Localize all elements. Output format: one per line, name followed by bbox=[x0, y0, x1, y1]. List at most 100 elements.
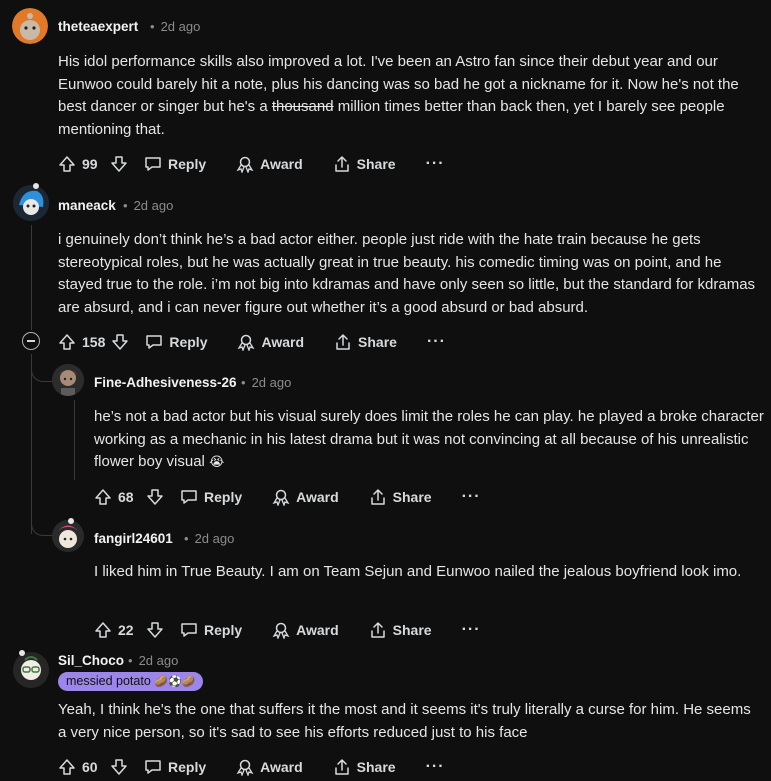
reply-button[interactable]: Reply bbox=[144, 758, 206, 776]
time-text: 2d ago bbox=[251, 375, 292, 390]
share-icon bbox=[369, 488, 387, 506]
upvote-icon[interactable] bbox=[58, 333, 76, 351]
downvote-icon[interactable] bbox=[110, 155, 128, 173]
upvote-icon[interactable] bbox=[94, 488, 112, 506]
reply-button[interactable]: Reply bbox=[180, 488, 242, 506]
username[interactable]: maneack bbox=[58, 198, 116, 213]
vote-count: 68 bbox=[118, 489, 134, 505]
award-icon bbox=[237, 333, 255, 351]
downvote-icon[interactable] bbox=[146, 488, 164, 506]
award-button[interactable]: Award bbox=[237, 333, 304, 351]
comment-body: Yeah, I think he's the one that suffers … bbox=[58, 701, 751, 741]
collapse-thread-button[interactable] bbox=[22, 332, 40, 350]
avatar[interactable] bbox=[52, 520, 84, 552]
reddit-avatar-icon bbox=[52, 364, 84, 396]
share-button[interactable]: Share bbox=[369, 488, 432, 506]
timestamp: • 2d ago bbox=[150, 19, 200, 34]
separator-dot: • bbox=[184, 531, 189, 546]
more-options-button[interactable]: ··· bbox=[462, 621, 481, 639]
comment-actions: 22 Reply Award Share ··· bbox=[94, 617, 481, 643]
avatar[interactable] bbox=[13, 652, 49, 688]
vote-count: 158 bbox=[82, 334, 106, 350]
avatar[interactable] bbox=[52, 364, 84, 396]
comment-body: he’s not a bad actor but his visual sure… bbox=[94, 406, 764, 474]
share-label: Share bbox=[392, 622, 432, 638]
username[interactable]: Fine-Adhesiveness-26 bbox=[94, 375, 237, 390]
award-icon bbox=[272, 488, 290, 506]
share-button[interactable]: Share bbox=[333, 155, 396, 173]
downvote-icon[interactable] bbox=[110, 758, 128, 776]
upvote-icon[interactable] bbox=[58, 758, 76, 776]
reply-button[interactable]: Reply bbox=[144, 155, 206, 173]
vote-count: 99 bbox=[82, 156, 98, 172]
share-icon bbox=[333, 155, 351, 173]
reply-label: Reply bbox=[168, 759, 207, 775]
comment-body: His idol performance skills also improve… bbox=[58, 51, 758, 142]
award-button[interactable]: Award bbox=[236, 758, 303, 776]
username[interactable]: theteaexpert bbox=[58, 19, 138, 34]
separator-dot: • bbox=[241, 375, 246, 390]
downvote-icon[interactable] bbox=[146, 621, 164, 639]
share-label: Share bbox=[356, 759, 396, 775]
share-button[interactable]: Share bbox=[369, 621, 432, 639]
upvote-icon[interactable] bbox=[94, 621, 112, 639]
more-options-button[interactable]: ··· bbox=[426, 155, 445, 173]
timestamp: • 2d ago bbox=[123, 198, 173, 213]
award-icon bbox=[236, 758, 254, 776]
thread-line bbox=[74, 400, 75, 480]
more-options-button[interactable]: ··· bbox=[426, 758, 445, 776]
comment-text: he’s not a bad actor but his visual sure… bbox=[94, 408, 764, 471]
share-icon bbox=[334, 333, 352, 351]
username[interactable]: fangirl24601 bbox=[94, 531, 173, 546]
timestamp: • 2d ago bbox=[128, 653, 178, 668]
crying-emoji-icon: 😭 bbox=[209, 454, 225, 470]
time-text: 2d ago bbox=[194, 531, 235, 546]
flair-text: messied potato bbox=[66, 674, 151, 688]
award-button[interactable]: Award bbox=[236, 155, 303, 173]
upvote-icon[interactable] bbox=[58, 155, 76, 173]
flair-emoji-icons: 🥔⚽🥔 bbox=[154, 676, 196, 688]
online-indicator bbox=[68, 518, 74, 524]
downvote-icon[interactable] bbox=[111, 333, 129, 351]
separator-dot: • bbox=[123, 198, 128, 213]
time-text: 2d ago bbox=[133, 198, 174, 213]
reply-label: Reply bbox=[168, 156, 207, 172]
timestamp: • 2d ago bbox=[184, 531, 234, 546]
more-options-button[interactable]: ··· bbox=[462, 488, 481, 506]
award-label: Award bbox=[296, 622, 339, 638]
thread-line bbox=[31, 354, 32, 534]
vote-control: 22 bbox=[94, 621, 164, 639]
username[interactable]: Sil_Choco bbox=[58, 653, 124, 668]
vote-control: 60 bbox=[58, 758, 128, 776]
reply-label: Reply bbox=[204, 622, 243, 638]
vote-count: 60 bbox=[82, 759, 98, 775]
more-icon: ··· bbox=[461, 488, 481, 505]
timestamp: • 2d ago bbox=[241, 375, 291, 390]
online-indicator bbox=[33, 183, 39, 189]
strikethrough-text: thousand bbox=[271, 98, 334, 116]
award-button[interactable]: Award bbox=[272, 621, 339, 639]
vote-control: 68 bbox=[94, 488, 164, 506]
reply-button[interactable]: Reply bbox=[145, 333, 207, 351]
award-icon bbox=[272, 621, 290, 639]
avatar[interactable] bbox=[12, 8, 48, 44]
share-label: Share bbox=[356, 156, 396, 172]
more-options-button[interactable]: ··· bbox=[427, 333, 446, 351]
share-button[interactable]: Share bbox=[334, 333, 397, 351]
reply-label: Reply bbox=[169, 334, 208, 350]
more-icon: ··· bbox=[425, 758, 445, 775]
minus-icon bbox=[27, 340, 35, 342]
comment-actions: 68 Reply Award Share ··· bbox=[94, 484, 481, 510]
separator-dot: • bbox=[150, 19, 155, 34]
avatar[interactable] bbox=[13, 185, 49, 221]
time-text: 2d ago bbox=[160, 19, 201, 34]
reply-icon bbox=[145, 333, 163, 351]
more-icon: ··· bbox=[425, 155, 445, 172]
vote-control: 158 bbox=[58, 333, 129, 351]
share-button[interactable]: Share bbox=[333, 758, 396, 776]
award-button[interactable]: Award bbox=[272, 488, 339, 506]
reply-button[interactable]: Reply bbox=[180, 621, 242, 639]
share-icon bbox=[333, 758, 351, 776]
share-label: Share bbox=[392, 489, 432, 505]
award-icon bbox=[236, 155, 254, 173]
